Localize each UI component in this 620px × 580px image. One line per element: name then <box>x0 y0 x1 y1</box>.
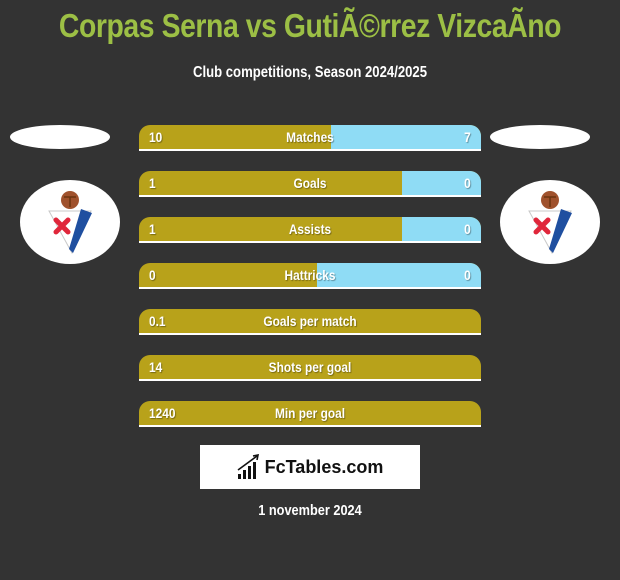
stat-label: Min per goal <box>274 405 346 421</box>
left-club-logo[interactable] <box>20 180 120 264</box>
stat-row-goals: 1 Goals 0 <box>139 171 481 197</box>
report-date: 1 november 2024 <box>258 502 362 519</box>
stat-row-matches: 10 Matches 7 <box>139 125 481 151</box>
stat-row-goals-per-match: 0.1 Goals per match <box>139 309 481 335</box>
right-player-name-placeholder <box>490 125 590 149</box>
sd-eibar-crest-icon <box>528 191 572 255</box>
page-title: Corpas Serna vs GutiÃ©rrez VizcaÃno <box>58 7 562 44</box>
stat-label: Hattricks <box>284 267 336 283</box>
stat-label: Goals <box>293 175 327 191</box>
left-player-name-placeholder <box>10 125 110 149</box>
stat-row-assists: 1 Assists 0 <box>139 217 481 243</box>
bar-chart-trend-icon <box>237 454 259 479</box>
stat-label: Goals per match <box>263 313 357 329</box>
left-value: 10 <box>149 129 163 145</box>
stat-row-min-per-goal: 1240 Min per goal <box>139 401 481 427</box>
stat-label: Matches <box>286 129 334 145</box>
right-value: 0 <box>464 221 471 237</box>
right-value: 7 <box>464 129 471 145</box>
brand-name: FcTables.com <box>264 456 384 477</box>
left-value: 1 <box>149 175 156 191</box>
sd-eibar-crest-icon <box>48 191 92 255</box>
right-club-logo[interactable] <box>500 180 600 264</box>
right-value: 0 <box>464 175 471 191</box>
fctables-brand-link[interactable]: FcTables.com <box>200 445 420 489</box>
stat-label: Shots per goal <box>268 359 352 375</box>
season-subtitle: Club competitions, Season 2024/2025 <box>192 64 428 81</box>
stat-row-shots-per-goal: 14 Shots per goal <box>139 355 481 381</box>
stat-row-hattricks: 0 Hattricks 0 <box>139 263 481 289</box>
left-value: 0 <box>149 267 156 283</box>
right-value: 0 <box>464 267 471 283</box>
left-value: 1 <box>149 221 156 237</box>
left-value: 0.1 <box>149 313 166 329</box>
left-value: 14 <box>149 359 163 375</box>
stat-label: Assists <box>288 221 332 237</box>
